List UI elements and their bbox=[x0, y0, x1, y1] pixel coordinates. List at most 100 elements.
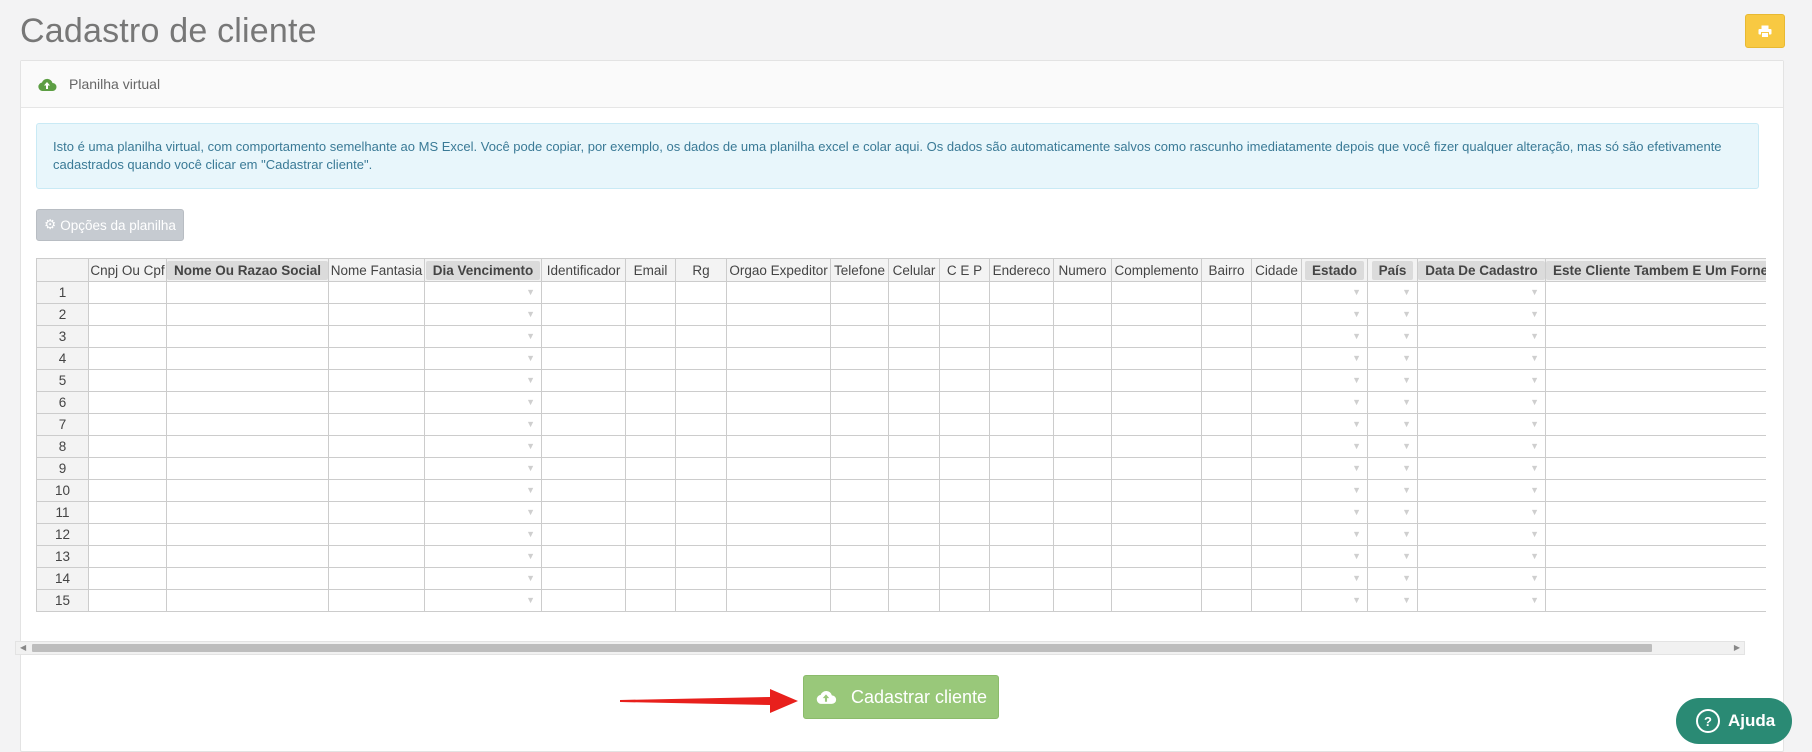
column-header[interactable]: Telefone bbox=[830, 258, 890, 282]
grid-cell[interactable] bbox=[1111, 589, 1203, 612]
dropdown-cell[interactable]: ▼ bbox=[1417, 545, 1547, 568]
grid-cell[interactable] bbox=[939, 501, 991, 524]
dropdown-cell[interactable]: ▼ bbox=[424, 523, 543, 546]
grid-cell[interactable] bbox=[1251, 413, 1303, 436]
grid-cell[interactable] bbox=[1201, 391, 1253, 414]
grid-cell[interactable] bbox=[1251, 567, 1303, 590]
grid-cell[interactable] bbox=[1053, 567, 1113, 590]
grid-cell[interactable] bbox=[1111, 325, 1203, 348]
grid-cell[interactable] bbox=[88, 457, 167, 480]
grid-cell[interactable] bbox=[328, 435, 426, 458]
chevron-down-icon[interactable]: ▼ bbox=[1402, 441, 1411, 451]
column-header[interactable]: C E P bbox=[939, 258, 991, 282]
grid-cell[interactable] bbox=[541, 545, 627, 568]
grid-cell[interactable] bbox=[1053, 413, 1113, 436]
grid-cell[interactable] bbox=[541, 523, 627, 546]
chevron-down-icon[interactable]: ▼ bbox=[526, 419, 535, 429]
grid-cell[interactable] bbox=[88, 325, 167, 348]
grid-cell[interactable] bbox=[1111, 281, 1203, 304]
grid-cell[interactable] bbox=[726, 303, 832, 326]
grid-cell[interactable] bbox=[989, 369, 1055, 392]
scrollbar-thumb[interactable] bbox=[32, 644, 1652, 652]
grid-cell[interactable] bbox=[675, 567, 728, 590]
grid-cell[interactable] bbox=[88, 347, 167, 370]
chevron-down-icon[interactable]: ▼ bbox=[1402, 419, 1411, 429]
chevron-down-icon[interactable]: ▼ bbox=[1530, 353, 1539, 363]
chevron-down-icon[interactable]: ▼ bbox=[1352, 507, 1361, 517]
column-header[interactable]: Cidade bbox=[1251, 258, 1303, 282]
chevron-down-icon[interactable]: ▼ bbox=[1402, 309, 1411, 319]
grid-cell[interactable] bbox=[541, 589, 627, 612]
grid-cell[interactable] bbox=[165, 501, 330, 524]
grid-cell[interactable] bbox=[726, 589, 832, 612]
dropdown-cell[interactable]: ▼ bbox=[1367, 501, 1419, 524]
grid-cell[interactable] bbox=[726, 457, 832, 480]
dropdown-cell[interactable]: ▼ bbox=[1301, 589, 1369, 612]
chevron-down-icon[interactable]: ▼ bbox=[1530, 463, 1539, 473]
grid-cell[interactable] bbox=[165, 435, 330, 458]
grid-cell[interactable] bbox=[1111, 347, 1203, 370]
column-header[interactable]: Nome Ou Razao Social bbox=[165, 258, 330, 282]
chevron-down-icon[interactable]: ▼ bbox=[526, 353, 535, 363]
grid-cell[interactable] bbox=[989, 303, 1055, 326]
grid-cell[interactable] bbox=[1111, 501, 1203, 524]
dropdown-cell[interactable]: ▼ bbox=[424, 479, 543, 502]
grid-cell[interactable] bbox=[989, 391, 1055, 414]
row-number[interactable]: 1 bbox=[36, 281, 89, 304]
grid-cell[interactable] bbox=[1111, 545, 1203, 568]
dropdown-cell[interactable]: ▼ bbox=[1301, 413, 1369, 436]
dropdown-cell[interactable]: ▼ bbox=[1417, 413, 1547, 436]
grid-cell[interactable] bbox=[1053, 347, 1113, 370]
grid-cell[interactable] bbox=[726, 281, 832, 304]
grid-cell[interactable] bbox=[1053, 303, 1113, 326]
column-header[interactable]: País bbox=[1367, 258, 1419, 282]
grid-cell[interactable] bbox=[939, 435, 991, 458]
grid-cell[interactable] bbox=[830, 501, 890, 524]
dropdown-cell[interactable]: ▼ bbox=[1367, 391, 1419, 414]
grid-cell[interactable] bbox=[675, 413, 728, 436]
grid-cell[interactable] bbox=[888, 347, 941, 370]
grid-cell[interactable] bbox=[1251, 545, 1303, 568]
grid-cell[interactable] bbox=[675, 589, 728, 612]
dropdown-cell[interactable]: ▼ bbox=[1301, 457, 1369, 480]
grid-cell[interactable] bbox=[1545, 347, 1766, 370]
dropdown-cell[interactable]: ▼ bbox=[1367, 545, 1419, 568]
grid-cell[interactable] bbox=[1111, 413, 1203, 436]
column-header[interactable]: Cnpj Ou Cpf bbox=[88, 258, 167, 282]
grid-cell[interactable] bbox=[1201, 457, 1253, 480]
dropdown-cell[interactable]: ▼ bbox=[1417, 589, 1547, 612]
dropdown-cell[interactable]: ▼ bbox=[1301, 523, 1369, 546]
grid-cell[interactable] bbox=[830, 413, 890, 436]
dropdown-cell[interactable]: ▼ bbox=[1367, 281, 1419, 304]
grid-cell[interactable] bbox=[541, 567, 627, 590]
grid-cell[interactable] bbox=[1053, 479, 1113, 502]
grid-cell[interactable] bbox=[88, 523, 167, 546]
chevron-down-icon[interactable]: ▼ bbox=[1402, 507, 1411, 517]
grid-cell[interactable] bbox=[328, 325, 426, 348]
grid-cell[interactable] bbox=[1053, 369, 1113, 392]
grid-cell[interactable] bbox=[939, 413, 991, 436]
grid-cell[interactable] bbox=[88, 479, 167, 502]
dropdown-cell[interactable]: ▼ bbox=[1301, 325, 1369, 348]
chevron-down-icon[interactable]: ▼ bbox=[526, 463, 535, 473]
column-header[interactable]: Dia Vencimento bbox=[424, 258, 543, 282]
chevron-down-icon[interactable]: ▼ bbox=[1402, 573, 1411, 583]
column-header[interactable]: Nome Fantasia bbox=[328, 258, 426, 282]
grid-cell[interactable] bbox=[1053, 281, 1113, 304]
grid-cell[interactable] bbox=[1251, 589, 1303, 612]
grid-cell[interactable] bbox=[1251, 479, 1303, 502]
grid-cell[interactable] bbox=[625, 413, 677, 436]
column-header[interactable]: Bairro bbox=[1201, 258, 1253, 282]
grid-cell[interactable] bbox=[88, 369, 167, 392]
grid-cell[interactable] bbox=[888, 523, 941, 546]
chevron-down-icon[interactable]: ▼ bbox=[1402, 529, 1411, 539]
grid-cell[interactable] bbox=[989, 457, 1055, 480]
column-header[interactable]: Identificador bbox=[541, 258, 627, 282]
grid-cell[interactable] bbox=[328, 413, 426, 436]
grid-cell[interactable] bbox=[165, 303, 330, 326]
chevron-down-icon[interactable]: ▼ bbox=[1352, 485, 1361, 495]
grid-cell[interactable] bbox=[726, 413, 832, 436]
dropdown-cell[interactable]: ▼ bbox=[1301, 545, 1369, 568]
grid-cell[interactable] bbox=[541, 413, 627, 436]
grid-cell[interactable] bbox=[541, 347, 627, 370]
